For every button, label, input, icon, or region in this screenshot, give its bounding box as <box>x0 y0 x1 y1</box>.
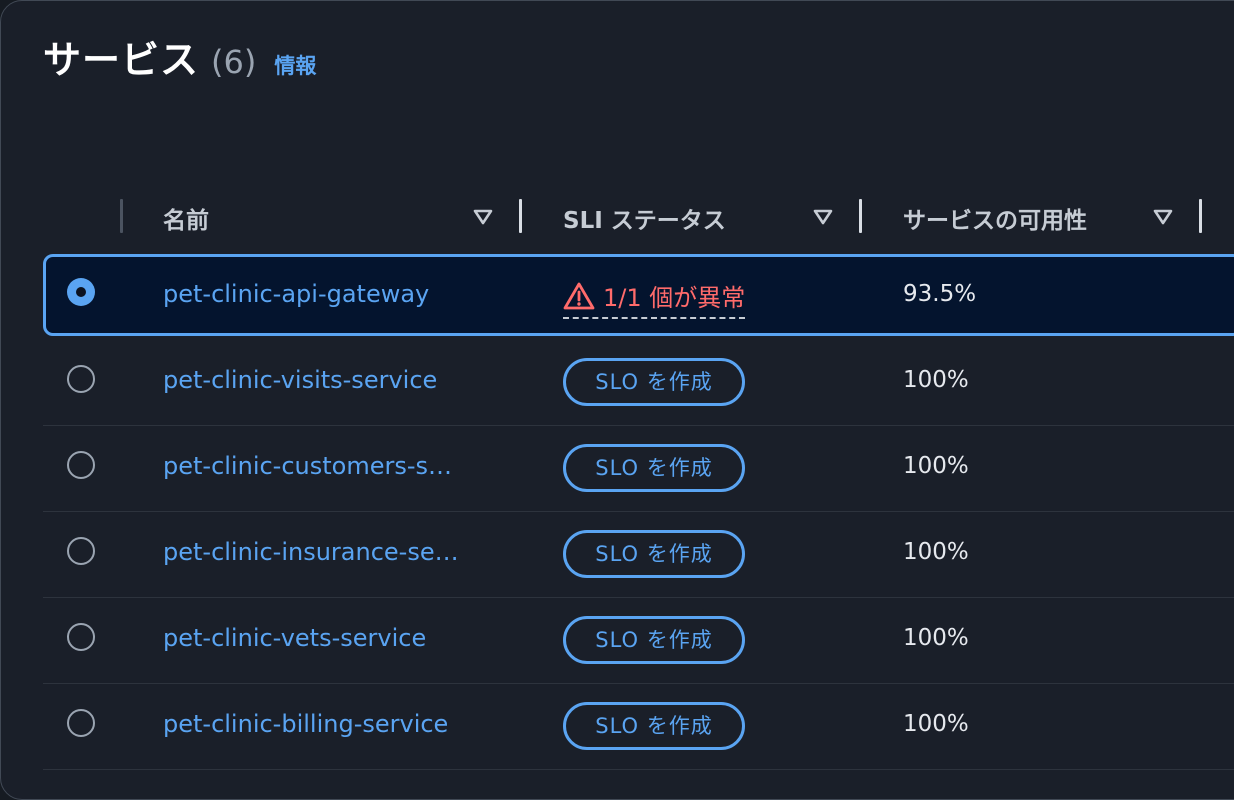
service-name-link[interactable]: pet-clinic-insurance-se… <box>163 538 459 566</box>
page-title: サービス <box>43 38 200 82</box>
availability-value: 93.5% <box>903 281 977 307</box>
services-panel: サービス (6) 情報 名前 SLI ステータス サービスの可用性 pet-cl… <box>0 0 1234 800</box>
service-name-link[interactable]: pet-clinic-api-gateway <box>163 280 429 308</box>
service-count: (6) <box>211 43 257 81</box>
create-slo-button[interactable]: SLO を作成 <box>563 616 745 664</box>
service-name-link[interactable]: pet-clinic-visits-service <box>163 366 437 394</box>
info-link[interactable]: 情報 <box>274 50 316 80</box>
availability-value: 100% <box>903 367 969 393</box>
services-table-body: pet-clinic-api-gateway 1/1 個が異常 93.5% pe… <box>43 254 1234 770</box>
service-name-link[interactable]: pet-clinic-billing-service <box>163 710 448 738</box>
table-row[interactable]: pet-clinic-customers-s… SLO を作成 100% <box>43 426 1234 512</box>
sort-triangle-down-icon[interactable] <box>812 208 834 226</box>
table-row[interactable]: pet-clinic-api-gateway 1/1 個が異常 93.5% <box>43 254 1234 336</box>
service-name-link[interactable]: pet-clinic-customers-s… <box>163 452 452 480</box>
panel-header: サービス (6) 情報 <box>43 29 316 84</box>
radio-button-icon[interactable] <box>67 623 95 651</box>
column-header-name[interactable]: 名前 <box>163 201 209 235</box>
service-name-link[interactable]: pet-clinic-vets-service <box>163 624 426 652</box>
column-header-sli-status[interactable]: SLI ステータス <box>563 201 726 235</box>
column-separator <box>120 199 123 233</box>
table-row[interactable]: pet-clinic-insurance-se… SLO を作成 100% <box>43 512 1234 598</box>
sli-status-warning[interactable]: 1/1 個が異常 <box>563 278 746 319</box>
column-resize-handle[interactable] <box>859 199 862 233</box>
table-row[interactable]: pet-clinic-billing-service SLO を作成 100% <box>43 684 1234 770</box>
warning-triangle-icon <box>563 282 595 309</box>
column-resize-handle[interactable] <box>519 199 522 233</box>
column-header-availability[interactable]: サービスの可用性 <box>903 201 1087 235</box>
create-slo-button[interactable]: SLO を作成 <box>563 358 745 406</box>
radio-button-icon[interactable] <box>67 709 95 737</box>
sli-status-text: 1/1 個が異常 <box>603 284 746 312</box>
availability-value: 100% <box>903 711 969 737</box>
radio-button-icon[interactable] <box>67 537 95 565</box>
availability-value: 100% <box>903 453 969 479</box>
radio-button-icon[interactable] <box>67 451 95 479</box>
create-slo-button[interactable]: SLO を作成 <box>563 530 745 578</box>
radio-button-icon[interactable] <box>67 365 95 393</box>
table-row[interactable]: pet-clinic-vets-service SLO を作成 100% <box>43 598 1234 684</box>
sort-triangle-down-icon[interactable] <box>1152 208 1174 226</box>
sort-triangle-down-icon[interactable] <box>472 208 494 226</box>
column-resize-handle[interactable] <box>1199 199 1202 233</box>
radio-button-icon[interactable] <box>67 278 95 306</box>
table-header: 名前 SLI ステータス サービスの可用性 <box>43 191 1234 243</box>
availability-value: 100% <box>903 625 969 651</box>
availability-value: 100% <box>903 539 969 565</box>
create-slo-button[interactable]: SLO を作成 <box>563 702 745 750</box>
create-slo-button[interactable]: SLO を作成 <box>563 444 745 492</box>
table-row[interactable]: pet-clinic-visits-service SLO を作成 100% <box>43 340 1234 426</box>
